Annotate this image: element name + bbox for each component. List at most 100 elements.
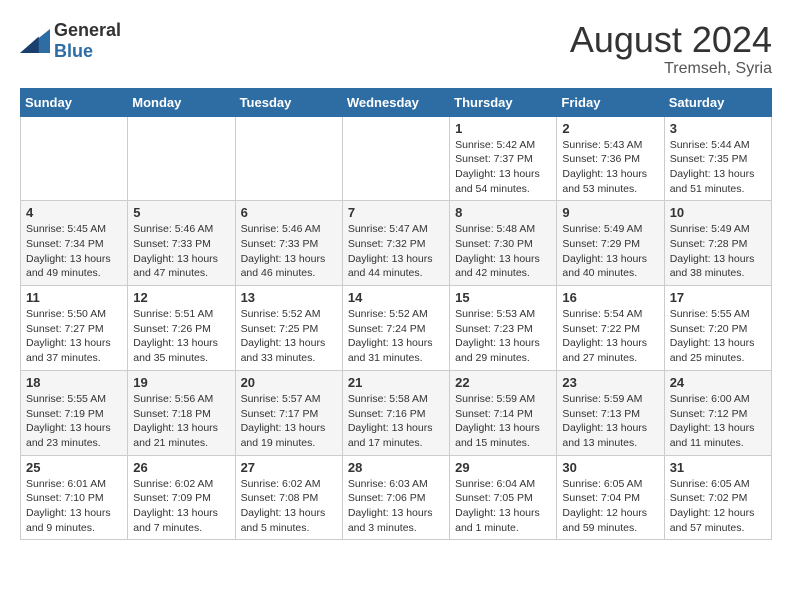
day-number: 19 (133, 375, 229, 390)
day-cell: 26 Sunrise: 6:02 AMSunset: 7:09 PMDayligh… (128, 455, 235, 540)
day-detail: Sunrise: 5:59 AMSunset: 7:14 PMDaylight:… (455, 393, 540, 449)
day-detail: Sunrise: 5:48 AMSunset: 7:30 PMDaylight:… (455, 223, 540, 279)
day-cell: 25 Sunrise: 6:01 AMSunset: 7:10 PMDayligh… (21, 455, 128, 540)
day-number: 27 (241, 460, 337, 475)
day-cell: 21 Sunrise: 5:58 AMSunset: 7:16 PMDayligh… (342, 370, 449, 455)
day-number: 8 (455, 205, 551, 220)
day-detail: Sunrise: 5:58 AMSunset: 7:16 PMDaylight:… (348, 393, 433, 449)
col-header-thursday: Thursday (450, 88, 557, 116)
day-number: 1 (455, 121, 551, 136)
header-row: SundayMondayTuesdayWednesdayThursdayFrid… (21, 88, 772, 116)
day-detail: Sunrise: 5:47 AMSunset: 7:32 PMDaylight:… (348, 223, 433, 279)
day-detail: Sunrise: 5:54 AMSunset: 7:22 PMDaylight:… (562, 308, 647, 364)
day-number: 12 (133, 290, 229, 305)
day-detail: Sunrise: 6:04 AMSunset: 7:05 PMDaylight:… (455, 478, 540, 534)
day-number: 3 (670, 121, 766, 136)
day-detail: Sunrise: 5:46 AMSunset: 7:33 PMDaylight:… (133, 223, 218, 279)
day-number: 29 (455, 460, 551, 475)
header: General Blue August 2024 Tremseh, Syria (20, 20, 772, 78)
day-number: 11 (26, 290, 122, 305)
day-detail: Sunrise: 6:02 AMSunset: 7:09 PMDaylight:… (133, 478, 218, 534)
day-detail: Sunrise: 5:51 AMSunset: 7:26 PMDaylight:… (133, 308, 218, 364)
day-number: 4 (26, 205, 122, 220)
day-number: 2 (562, 121, 658, 136)
col-header-monday: Monday (128, 88, 235, 116)
day-cell: 1 Sunrise: 5:42 AMSunset: 7:37 PMDaylight… (450, 116, 557, 201)
day-cell: 11 Sunrise: 5:50 AMSunset: 7:27 PMDayligh… (21, 286, 128, 371)
week-row-3: 11 Sunrise: 5:50 AMSunset: 7:27 PMDayligh… (21, 286, 772, 371)
day-detail: Sunrise: 5:43 AMSunset: 7:36 PMDaylight:… (562, 139, 647, 195)
col-header-wednesday: Wednesday (342, 88, 449, 116)
day-cell: 17 Sunrise: 5:55 AMSunset: 7:20 PMDayligh… (664, 286, 771, 371)
day-number: 21 (348, 375, 444, 390)
day-detail: Sunrise: 5:42 AMSunset: 7:37 PMDaylight:… (455, 139, 540, 195)
col-header-sunday: Sunday (21, 88, 128, 116)
day-number: 31 (670, 460, 766, 475)
day-number: 10 (670, 205, 766, 220)
day-number: 20 (241, 375, 337, 390)
day-detail: Sunrise: 5:50 AMSunset: 7:27 PMDaylight:… (26, 308, 111, 364)
main-title: August 2024 (570, 20, 772, 60)
col-header-tuesday: Tuesday (235, 88, 342, 116)
col-header-friday: Friday (557, 88, 664, 116)
day-cell: 23 Sunrise: 5:59 AMSunset: 7:13 PMDayligh… (557, 370, 664, 455)
day-number: 16 (562, 290, 658, 305)
title-block: August 2024 Tremseh, Syria (570, 20, 772, 78)
day-number: 26 (133, 460, 229, 475)
day-number: 30 (562, 460, 658, 475)
day-detail: Sunrise: 6:05 AMSunset: 7:02 PMDaylight:… (670, 478, 755, 534)
day-cell: 14 Sunrise: 5:52 AMSunset: 7:24 PMDayligh… (342, 286, 449, 371)
logo-general: General (54, 20, 121, 40)
day-cell (21, 116, 128, 201)
day-detail: Sunrise: 5:57 AMSunset: 7:17 PMDaylight:… (241, 393, 326, 449)
logo-text: General Blue (54, 20, 121, 62)
day-cell: 24Sunrise: 6:00 AMSunset: 7:12 PMDayligh… (664, 370, 771, 455)
day-number: 5 (133, 205, 229, 220)
week-row-1: 1 Sunrise: 5:42 AMSunset: 7:37 PMDaylight… (21, 116, 772, 201)
day-cell: 16 Sunrise: 5:54 AMSunset: 7:22 PMDayligh… (557, 286, 664, 371)
week-row-5: 25 Sunrise: 6:01 AMSunset: 7:10 PMDayligh… (21, 455, 772, 540)
day-detail: Sunrise: 5:46 AMSunset: 7:33 PMDaylight:… (241, 223, 326, 279)
day-cell: 28 Sunrise: 6:03 AMSunset: 7:06 PMDayligh… (342, 455, 449, 540)
day-cell: 19 Sunrise: 5:56 AMSunset: 7:18 PMDayligh… (128, 370, 235, 455)
day-cell: 30 Sunrise: 6:05 AMSunset: 7:04 PMDayligh… (557, 455, 664, 540)
day-detail: Sunrise: 5:59 AMSunset: 7:13 PMDaylight:… (562, 393, 647, 449)
day-cell (235, 116, 342, 201)
day-detail: Sunrise: 5:53 AMSunset: 7:23 PMDaylight:… (455, 308, 540, 364)
day-detail: Sunrise: 5:52 AMSunset: 7:25 PMDaylight:… (241, 308, 326, 364)
subtitle: Tremseh, Syria (570, 60, 772, 78)
week-row-4: 18 Sunrise: 5:55 AMSunset: 7:19 PMDayligh… (21, 370, 772, 455)
day-number: 17 (670, 290, 766, 305)
day-number: 22 (455, 375, 551, 390)
day-detail: Sunrise: 5:55 AMSunset: 7:19 PMDaylight:… (26, 393, 111, 449)
day-number: 28 (348, 460, 444, 475)
logo: General Blue (20, 20, 121, 62)
day-detail: Sunrise: 6:03 AMSunset: 7:06 PMDaylight:… (348, 478, 433, 534)
day-detail: Sunrise: 6:02 AMSunset: 7:08 PMDaylight:… (241, 478, 326, 534)
day-cell: 5 Sunrise: 5:46 AMSunset: 7:33 PMDaylight… (128, 201, 235, 286)
day-cell: 22 Sunrise: 5:59 AMSunset: 7:14 PMDayligh… (450, 370, 557, 455)
day-detail: Sunrise: 5:45 AMSunset: 7:34 PMDaylight:… (26, 223, 111, 279)
day-detail: Sunrise: 6:05 AMSunset: 7:04 PMDaylight:… (562, 478, 647, 534)
day-cell: 27 Sunrise: 6:02 AMSunset: 7:08 PMDayligh… (235, 455, 342, 540)
day-cell: 20 Sunrise: 5:57 AMSunset: 7:17 PMDayligh… (235, 370, 342, 455)
day-cell: 15 Sunrise: 5:53 AMSunset: 7:23 PMDayligh… (450, 286, 557, 371)
day-detail: Sunrise: 6:01 AMSunset: 7:10 PMDaylight:… (26, 478, 111, 534)
day-detail: Sunrise: 6:00 AMSunset: 7:12 PMDaylight:… (670, 393, 755, 449)
day-cell: 3Sunrise: 5:44 AMSunset: 7:35 PMDaylight… (664, 116, 771, 201)
day-detail: Sunrise: 5:55 AMSunset: 7:20 PMDaylight:… (670, 308, 755, 364)
day-detail: Sunrise: 5:52 AMSunset: 7:24 PMDaylight:… (348, 308, 433, 364)
day-number: 18 (26, 375, 122, 390)
day-detail: Sunrise: 5:56 AMSunset: 7:18 PMDaylight:… (133, 393, 218, 449)
day-cell: 13Sunrise: 5:52 AMSunset: 7:25 PMDayligh… (235, 286, 342, 371)
day-cell: 7Sunrise: 5:47 AMSunset: 7:32 PMDaylight… (342, 201, 449, 286)
logo-icon (20, 29, 50, 53)
day-cell: 18 Sunrise: 5:55 AMSunset: 7:19 PMDayligh… (21, 370, 128, 455)
day-number: 25 (26, 460, 122, 475)
day-number: 14 (348, 290, 444, 305)
day-cell: 6Sunrise: 5:46 AMSunset: 7:33 PMDaylight… (235, 201, 342, 286)
day-cell (128, 116, 235, 201)
day-cell: 9Sunrise: 5:49 AMSunset: 7:29 PMDaylight… (557, 201, 664, 286)
day-number: 23 (562, 375, 658, 390)
day-number: 15 (455, 290, 551, 305)
